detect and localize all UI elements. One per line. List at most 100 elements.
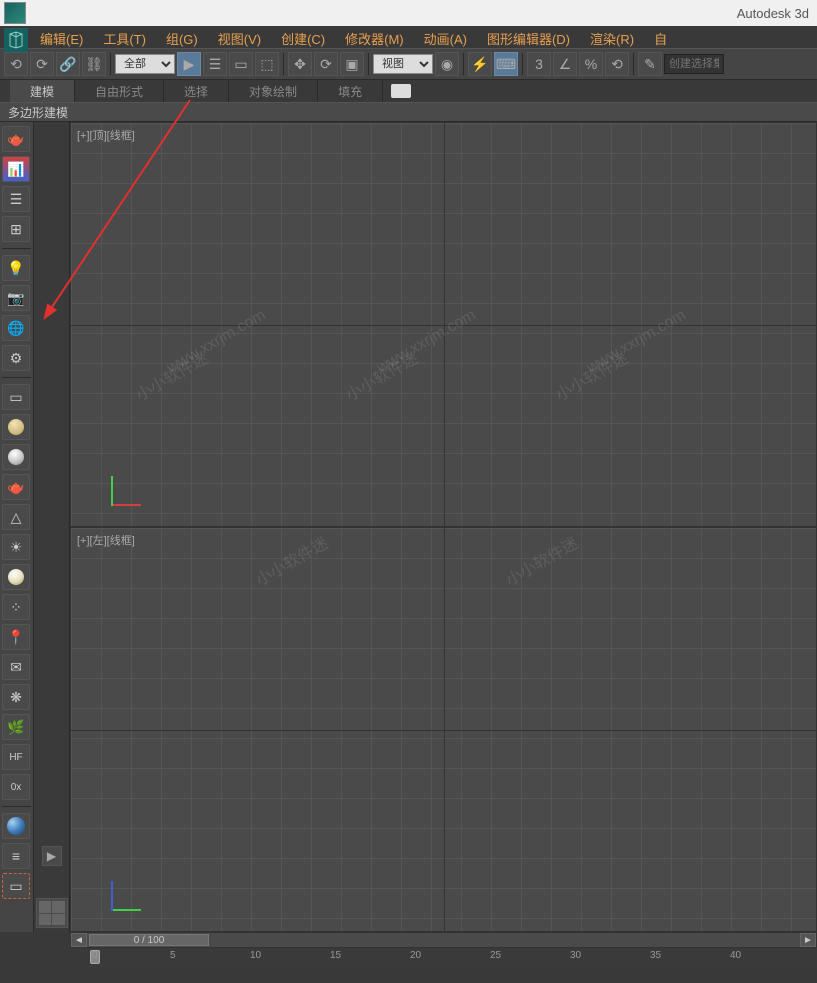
layers-icon[interactable]: ≡ bbox=[2, 843, 30, 869]
chart-icon[interactable]: 📊 bbox=[2, 156, 30, 182]
dome-icon[interactable] bbox=[2, 414, 30, 440]
globe-icon[interactable]: 🌐 bbox=[2, 315, 30, 341]
separator bbox=[2, 248, 31, 249]
grid-center-horizontal bbox=[71, 730, 816, 731]
title-bar: Autodesk 3d bbox=[0, 0, 817, 26]
use-pivot-button[interactable]: ◉ bbox=[435, 52, 459, 76]
tick-label: 25 bbox=[490, 950, 501, 961]
menu-tools[interactable]: 工具(T) bbox=[93, 26, 156, 48]
select-move-button[interactable]: ✥ bbox=[288, 52, 312, 76]
selection-filter-dropdown[interactable]: 全部 bbox=[115, 54, 175, 74]
reference-coordinate-dropdown[interactable]: 视图 bbox=[373, 54, 433, 74]
app-logo-3dsmax[interactable] bbox=[4, 28, 28, 52]
menu-create[interactable]: 创建(C) bbox=[271, 26, 335, 48]
ribbon-tabs: 建模 自由形式 选择 对象绘制 填充 bbox=[0, 80, 817, 102]
select-object-button[interactable]: ▶ bbox=[177, 52, 201, 76]
timeline-ruler[interactable]: 0 5 10 15 20 25 30 35 40 bbox=[90, 948, 817, 968]
angle-snap-button[interactable]: ∠ bbox=[553, 52, 577, 76]
viewport-left[interactable]: [+][左][线框] 小小软件迷 小小软件迷 bbox=[70, 527, 817, 932]
blue-sphere-icon[interactable] bbox=[2, 813, 30, 839]
moon-icon[interactable] bbox=[2, 564, 30, 590]
percent-snap-button[interactable]: % bbox=[579, 52, 603, 76]
redo-button[interactable]: ⟳ bbox=[30, 52, 54, 76]
tab-selection[interactable]: 选择 bbox=[164, 80, 229, 102]
menu-rendering[interactable]: 渲染(R) bbox=[580, 26, 644, 48]
link-button[interactable]: 🔗 bbox=[56, 52, 80, 76]
undo-button[interactable]: ⟲ bbox=[4, 52, 28, 76]
select-by-name-button[interactable]: ☰ bbox=[203, 52, 227, 76]
viewport-layout-button[interactable] bbox=[36, 898, 68, 928]
snap-toggle-button[interactable]: 3 bbox=[527, 52, 551, 76]
grass-icon[interactable]: 🌿 bbox=[2, 714, 30, 740]
app-icon[interactable] bbox=[4, 2, 26, 24]
select-rotate-button[interactable]: ⟳ bbox=[314, 52, 338, 76]
tick-label: 40 bbox=[730, 950, 741, 961]
sphere-icon[interactable] bbox=[2, 444, 30, 470]
teapot-icon[interactable]: 🫖 bbox=[2, 126, 30, 152]
left-toolbar: 🫖 📊 ☰ ⊞ 💡 📷 🌐 ⚙ ▭ 🫖 △ ☀ ⁘ 📍 ✉ ❋ 🌿 HF 0x … bbox=[0, 122, 34, 932]
menu-modifiers[interactable]: 修改器(M) bbox=[335, 26, 414, 48]
axis-x-icon bbox=[111, 504, 141, 506]
play-button[interactable]: ▶ bbox=[42, 846, 62, 866]
sub-panel: 多边形建模 bbox=[0, 102, 817, 122]
ox-tool[interactable]: 0x bbox=[2, 774, 30, 800]
sun-icon[interactable]: ☀ bbox=[2, 534, 30, 560]
unlink-button[interactable]: ⛓ bbox=[82, 52, 106, 76]
viewports-container: [+][顶][线框] 小小软件迷 www.xxrjm.com 小小软件迷 www… bbox=[70, 122, 817, 932]
menu-views[interactable]: 视图(V) bbox=[208, 26, 271, 48]
menu-animation[interactable]: 动画(A) bbox=[414, 26, 477, 48]
select-scale-button[interactable]: ▣ bbox=[340, 52, 364, 76]
window-crossing-button[interactable]: ⬚ bbox=[255, 52, 279, 76]
tick-label: 30 bbox=[570, 950, 581, 961]
particles-icon[interactable]: ⁘ bbox=[2, 594, 30, 620]
scroll-left-button[interactable]: ◄ bbox=[71, 933, 87, 947]
axis-x-icon bbox=[111, 909, 141, 911]
menu-custom[interactable]: 自 bbox=[644, 26, 677, 48]
viewport-left-label[interactable]: [+][左][线框] bbox=[77, 532, 135, 548]
axis-z-icon bbox=[111, 881, 113, 911]
hf-tool[interactable]: HF bbox=[2, 744, 30, 770]
tick-label: 15 bbox=[330, 950, 341, 961]
scroll-thumb[interactable]: 0 / 100 bbox=[89, 934, 209, 946]
polygon-modeling-label: 多边形建模 bbox=[8, 104, 68, 121]
menu-edit[interactable]: 编辑(E) bbox=[30, 26, 93, 48]
tick-label: 0 bbox=[92, 950, 98, 961]
named-selection-button[interactable]: ✎ bbox=[638, 52, 662, 76]
camera-icon[interactable]: 📷 bbox=[2, 285, 30, 311]
cone-icon[interactable]: △ bbox=[2, 504, 30, 530]
list-icon[interactable]: ☰ bbox=[2, 186, 30, 212]
menu-group[interactable]: 组(G) bbox=[156, 26, 208, 48]
teapot2-icon[interactable]: 🫖 bbox=[2, 474, 30, 500]
pin-icon[interactable]: 📍 bbox=[2, 624, 30, 650]
rectangular-region-button[interactable]: ▭ bbox=[229, 52, 253, 76]
gear2-icon[interactable]: ❋ bbox=[2, 684, 30, 710]
tick-label: 5 bbox=[170, 950, 176, 961]
main-area: 🫖 📊 ☰ ⊞ 💡 📷 🌐 ⚙ ▭ 🫖 △ ☀ ⁘ 📍 ✉ ❋ 🌿 HF 0x … bbox=[0, 122, 817, 932]
viewport-top[interactable]: [+][顶][线框] 小小软件迷 www.xxrjm.com 小小软件迷 www… bbox=[70, 122, 817, 527]
selection-set-input[interactable] bbox=[664, 54, 724, 74]
spinner-snap-button[interactable]: ⟲ bbox=[605, 52, 629, 76]
grid-center-horizontal bbox=[71, 325, 816, 326]
keyboard-shortcut-button[interactable]: ⌨ bbox=[494, 52, 518, 76]
timeline-scrollbar[interactable]: ◄ 0 / 100 ► bbox=[70, 932, 817, 948]
scroll-right-button[interactable]: ► bbox=[800, 933, 816, 947]
menu-bar: 编辑(E) 工具(T) 组(G) 视图(V) 创建(C) 修改器(M) 动画(A… bbox=[0, 26, 817, 48]
select-manipulate-button[interactable]: ⚡ bbox=[468, 52, 492, 76]
tab-freeform[interactable]: 自由形式 bbox=[75, 80, 164, 102]
tab-populate[interactable]: 填充 bbox=[318, 80, 383, 102]
tab-object-paint[interactable]: 对象绘制 bbox=[229, 80, 318, 102]
envelope-icon[interactable] bbox=[391, 84, 411, 98]
tick-label: 10 bbox=[250, 950, 261, 961]
menu-graph-editors[interactable]: 图形编辑器(D) bbox=[477, 26, 580, 48]
panel-icon[interactable]: ▭ bbox=[2, 384, 30, 410]
envelope-tool-icon[interactable]: ✉ bbox=[2, 654, 30, 680]
tick-label: 35 bbox=[650, 950, 661, 961]
axis-widget-top bbox=[111, 466, 151, 506]
gears-icon[interactable]: ⚙ bbox=[2, 345, 30, 371]
grid-icon[interactable]: ⊞ bbox=[2, 216, 30, 242]
tab-modeling[interactable]: 建模 bbox=[10, 80, 75, 102]
selection-marquee-icon[interactable]: ▭ bbox=[2, 873, 30, 899]
viewport-top-label[interactable]: [+][顶][线框] bbox=[77, 127, 135, 143]
separator bbox=[283, 53, 284, 75]
light-bulb-icon[interactable]: 💡 bbox=[2, 255, 30, 281]
